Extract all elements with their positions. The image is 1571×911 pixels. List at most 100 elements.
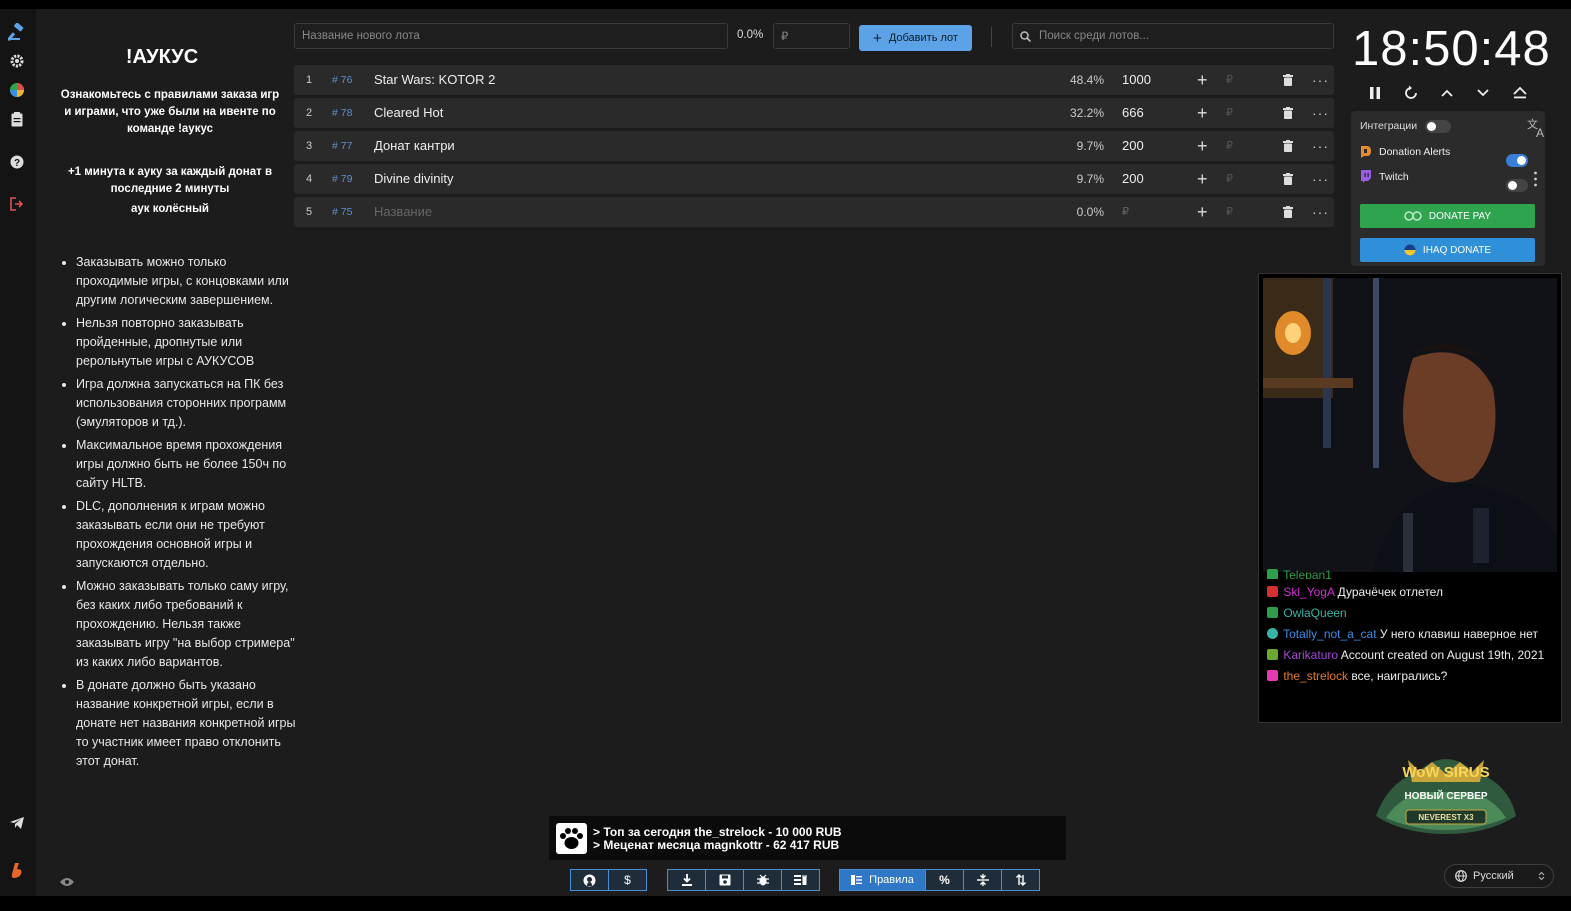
github-button[interactable]: [570, 869, 609, 891]
pause-icon[interactable]: [1365, 83, 1385, 103]
save-button[interactable]: [705, 869, 744, 891]
lot-amount[interactable]: 200: [1122, 164, 1144, 194]
add-amount-button[interactable]: +: [1197, 131, 1208, 161]
clear-lots-button[interactable]: [781, 869, 820, 891]
lot-name[interactable]: Star Wars: KOTOR 2: [374, 65, 495, 95]
sort-button[interactable]: [1001, 869, 1040, 891]
chat-badge: [1267, 569, 1278, 579]
trash-icon[interactable]: [1283, 173, 1293, 185]
lot-percent: 32.2%: [1069, 106, 1104, 120]
language-select[interactable]: Русский: [1444, 864, 1554, 888]
ihaq-label: IHAQ DONATE: [1422, 244, 1492, 256]
promo-server: NEVEREST X3: [1418, 813, 1474, 822]
clear-list-icon: [794, 875, 807, 885]
boosty-icon[interactable]: [6, 859, 28, 881]
translate-icon[interactable]: 文A: [1526, 117, 1548, 142]
rule-item: Игра должна запускаться на ПК без исполь…: [76, 375, 298, 432]
lot-id: # 77: [332, 140, 353, 152]
rule-item: Заказывать можно только проходимые игры,…: [76, 253, 298, 310]
lot-currency: ₽: [1226, 74, 1233, 86]
lot-search-input[interactable]: Поиск среди лотов...: [1012, 23, 1334, 49]
add-amount-button[interactable]: +: [1197, 197, 1208, 227]
lot-amount[interactable]: 200: [1122, 131, 1144, 161]
ihaq-donate-button[interactable]: IHAQ DONATE: [1360, 238, 1535, 262]
lot-id: # 78: [332, 107, 353, 119]
chevron-down-icon[interactable]: [1473, 83, 1493, 103]
donatepay-button[interactable]: DONATE PAY: [1360, 204, 1535, 228]
trash-icon[interactable]: [1283, 206, 1293, 218]
rule-item: DLC, дополнения к играм можно заказывать…: [76, 497, 298, 573]
sirus-promo-logo: WoW SIRUS НОВЫЙ СЕРВЕР NEVEREST X3: [1368, 742, 1524, 838]
rules-button[interactable]: Правила: [839, 869, 926, 891]
pie-chart-icon[interactable]: [6, 79, 28, 101]
rule-item: Можно заказывать только саму игру, без к…: [76, 577, 298, 672]
clipboard-icon[interactable]: [6, 108, 28, 130]
more-icon[interactable]: ···: [1312, 164, 1329, 194]
integration-name: Twitch: [1379, 170, 1409, 183]
add-lot-button[interactable]: + Добавить лот: [859, 25, 972, 51]
gavel-icon[interactable]: [6, 21, 28, 43]
more-icon[interactable]: ···: [1312, 131, 1329, 161]
side-icon-bar: ?: [0, 9, 36, 896]
twitch-toggle[interactable]: [1506, 179, 1528, 192]
lot-name[interactable]: Divine divinity: [374, 164, 453, 194]
lot-amount[interactable]: 666: [1122, 98, 1144, 128]
language-selected: Русский: [1473, 870, 1514, 882]
help-icon[interactable]: ?: [6, 151, 28, 173]
chat-badge: [1267, 649, 1278, 660]
lot-percent: 0.0%: [1076, 205, 1104, 219]
reset-icon[interactable]: [1401, 83, 1421, 103]
download-icon: [681, 874, 692, 886]
lot-name[interactable]: Донат кантри: [374, 131, 455, 161]
chevron-up-icon[interactable]: [1437, 83, 1457, 103]
trash-icon[interactable]: [1283, 74, 1293, 86]
add-amount-button[interactable]: +: [1197, 98, 1208, 128]
eye-icon[interactable]: [60, 875, 74, 890]
lot-name[interactable]: Cleared Hot: [374, 98, 443, 128]
trash-icon[interactable]: [1283, 107, 1293, 119]
donation-alerts-toggle[interactable]: [1506, 154, 1528, 167]
telegram-icon[interactable]: [6, 812, 28, 834]
add-amount-button[interactable]: +: [1197, 164, 1208, 194]
rules-panel: !АУКУС Ознакомьтесь с правилами заказа и…: [36, 9, 295, 896]
more-icon[interactable]: ···: [1312, 197, 1329, 227]
table-row: 2 # 78 Cleared Hot 32.2% 666 + ₽ ···: [294, 98, 1334, 128]
donation-alerts-icon: [1361, 146, 1371, 158]
donatepay-icon: [1404, 211, 1422, 221]
new-lot-amount-input[interactable]: ₽: [773, 23, 850, 49]
chat-text: Account created on August 19th, 2021: [1340, 648, 1545, 662]
download-button[interactable]: [667, 869, 706, 891]
lot-percent: 9.7%: [1076, 139, 1104, 153]
dollar-button[interactable]: $: [608, 869, 647, 891]
lot-number: 3: [306, 140, 313, 152]
gear-icon[interactable]: [6, 50, 28, 72]
more-icon[interactable]: ···: [1312, 65, 1329, 95]
more-icon[interactable]: ···: [1312, 98, 1329, 128]
lot-name[interactable]: Название: [374, 197, 432, 227]
trash-icon[interactable]: [1283, 140, 1293, 152]
rules-title: !АУКУС: [125, 46, 199, 68]
new-lot-name-input[interactable]: Название нового лота: [294, 23, 728, 49]
bug-report-button[interactable]: [743, 869, 782, 891]
donatepay-label: DONATE PAY: [1428, 210, 1492, 222]
chat-badge: [1267, 628, 1278, 639]
compress-button[interactable]: [963, 869, 1002, 891]
add-amount-button[interactable]: +: [1197, 65, 1208, 95]
lot-amount[interactable]: 1000: [1122, 65, 1151, 95]
table-row: 4 # 79 Divine divinity 9.7% 200 + ₽ ···: [294, 164, 1334, 194]
toolbar-divider: [991, 27, 992, 47]
percent-button[interactable]: %: [925, 869, 964, 891]
chat-message: Karikaturo Account created on August 19t…: [1267, 648, 1555, 663]
bug-icon: [756, 874, 769, 886]
plus-icon: +: [873, 29, 882, 47]
chat-message: Telepan1: [1267, 568, 1555, 579]
twitch-icon: [1361, 170, 1371, 183]
integrations-toggle[interactable]: [1425, 120, 1451, 133]
double-chevron-up-icon[interactable]: [1510, 83, 1530, 103]
lot-id: # 79: [332, 173, 353, 185]
svg-text:?: ?: [14, 158, 20, 169]
lot-amount[interactable]: ₽: [1122, 197, 1129, 227]
lot-number: 4: [306, 173, 313, 185]
more-vertical-icon[interactable]: [1534, 171, 1537, 187]
logout-icon[interactable]: [6, 193, 28, 215]
